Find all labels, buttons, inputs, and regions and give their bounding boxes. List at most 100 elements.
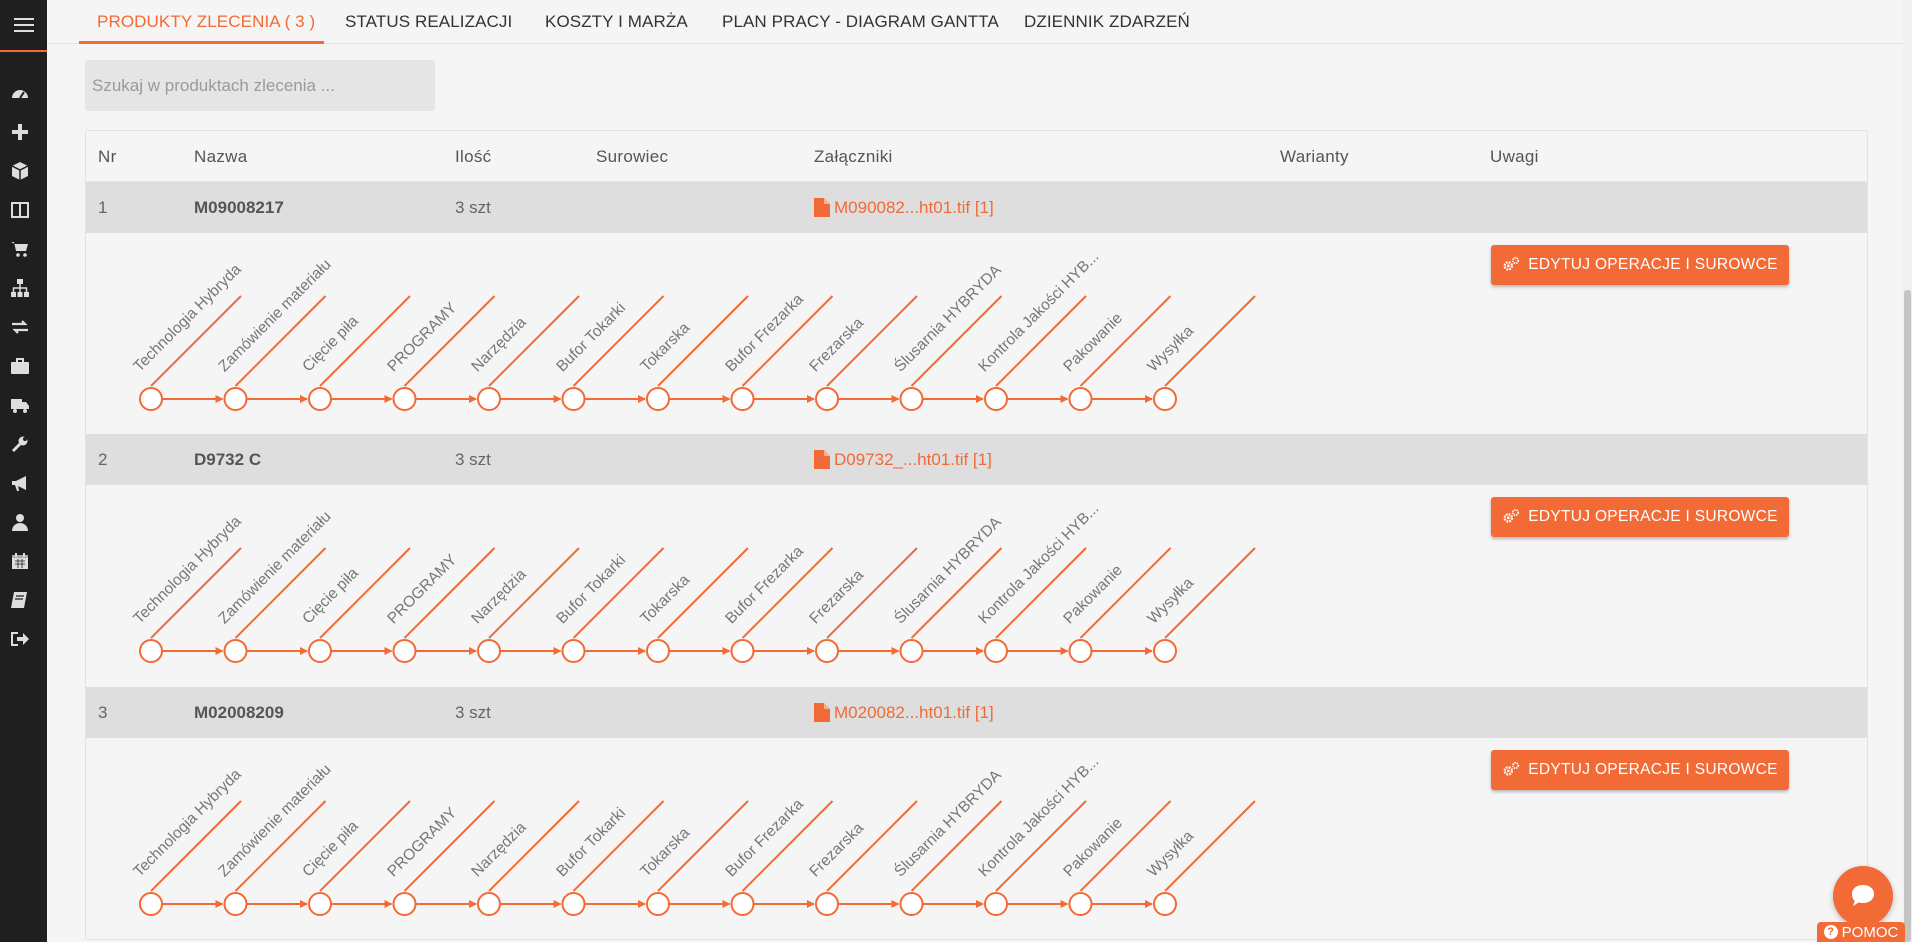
operation-node[interactable] (308, 387, 332, 411)
operation-node[interactable] (646, 639, 670, 663)
attachment-link[interactable]: D09732_...ht01.tif [1] (814, 434, 992, 485)
operation-node[interactable] (561, 639, 586, 663)
tab-plan-pracy[interactable]: PLAN PRACY - DIAGRAM GANTTA (722, 0, 999, 44)
column-header-surowiec: Surowiec (596, 147, 669, 166)
exchange-icon[interactable] (9, 316, 31, 338)
user-icon[interactable] (9, 511, 31, 533)
table-row[interactable]: 2 D9732 C 3 szt D09732_...ht01.tif [1] (86, 434, 1867, 485)
arrow-head (300, 900, 308, 908)
operation-node[interactable] (139, 892, 163, 916)
edit-operations-button[interactable]: EDYTUJ OPERACJE I SUROWCE (1491, 497, 1789, 537)
arrow-head (976, 900, 984, 908)
operation-node[interactable] (984, 892, 1008, 916)
arrow-head (215, 647, 224, 655)
search-input[interactable] (85, 60, 435, 111)
operation-node[interactable] (308, 892, 332, 916)
question-icon: ? (1823, 925, 1838, 939)
operation-node[interactable] (223, 639, 248, 663)
tab-produkty-zlecenia[interactable]: PRODUKTY ZLECENIA ( 3 ) (79, 0, 324, 44)
plus-icon[interactable] (9, 121, 31, 143)
table-header: Nr Nazwa Ilość Surowiec Załączniki Waria… (86, 131, 1867, 182)
operation-node[interactable] (139, 639, 163, 663)
edit-operations-button[interactable]: EDYTUJ OPERACJE I SUROWCE (1491, 750, 1789, 790)
arrow-head (469, 395, 477, 403)
columns-icon[interactable] (9, 199, 31, 221)
operation-node[interactable] (1153, 387, 1177, 411)
column-header-zalaczniki: Załączniki (814, 147, 893, 166)
briefcase-icon[interactable] (9, 355, 31, 377)
operation-node[interactable] (899, 892, 924, 916)
arrow-head (891, 900, 900, 908)
operation-node[interactable] (646, 387, 670, 411)
operation-node[interactable] (1068, 892, 1093, 916)
arrow-head (1060, 395, 1069, 403)
operation-node[interactable] (815, 387, 839, 411)
cogs-icon (1503, 761, 1520, 776)
operation-node[interactable] (561, 892, 586, 916)
logout-icon[interactable] (9, 628, 31, 650)
tab-status-realizacji[interactable]: STATUS REALIZACJI (345, 0, 512, 44)
sitemap-icon[interactable] (9, 277, 31, 299)
products-table: Nr Nazwa Ilość Surowiec Załączniki Waria… (85, 130, 1868, 940)
table-row[interactable]: 1 M09008217 3 szt M090082...ht01.tif [1] (86, 182, 1867, 233)
book-icon[interactable] (9, 589, 31, 611)
operation-node[interactable] (392, 639, 417, 663)
operation-node[interactable] (984, 639, 1008, 663)
tab-koszty-i-marza[interactable]: KOSZTY I MARŻA (545, 0, 688, 44)
arrow-head (1145, 900, 1153, 908)
bullhorn-icon[interactable] (9, 472, 31, 494)
help-button[interactable]: ? POMOC (1817, 922, 1905, 942)
operation-node[interactable] (392, 892, 417, 916)
menu-toggle-button[interactable] (0, 0, 47, 52)
tab-dziennik-zdarzen[interactable]: DZIENNIK ZDARZEŃ (1024, 0, 1190, 44)
operation-node[interactable] (730, 892, 755, 916)
row-nr: 2 (98, 450, 108, 469)
cart-icon[interactable] (9, 238, 31, 260)
operation-node[interactable] (899, 387, 924, 411)
operation-node[interactable] (1153, 892, 1177, 916)
truck-icon[interactable] (9, 394, 31, 416)
wrench-icon[interactable] (9, 433, 31, 455)
calendar-icon[interactable] (9, 550, 31, 572)
scrollbar[interactable] (1903, 0, 1912, 942)
operation-node[interactable] (308, 639, 332, 663)
operation-node[interactable] (815, 639, 839, 663)
box-icon[interactable] (9, 160, 31, 182)
arrow-head (553, 647, 562, 655)
arrow-head (638, 900, 646, 908)
column-header-warianty: Warianty (1280, 147, 1349, 166)
operation-node[interactable] (815, 892, 839, 916)
operation-node[interactable] (561, 387, 586, 411)
arrow-head (722, 900, 731, 908)
edit-operations-button[interactable]: EDYTUJ OPERACJE I SUROWCE (1491, 245, 1789, 285)
operation-node[interactable] (1153, 639, 1177, 663)
operation-node[interactable] (477, 387, 501, 411)
operation-node[interactable] (730, 387, 755, 411)
menu-icon (13, 18, 34, 32)
operation-node[interactable] (392, 387, 417, 411)
operation-node[interactable] (223, 387, 248, 411)
dashboard-icon[interactable] (9, 82, 31, 104)
chat-button[interactable] (1833, 866, 1893, 926)
column-header-uwagi: Uwagi (1490, 147, 1539, 166)
attachment-link[interactable]: M090082...ht01.tif [1] (814, 182, 994, 233)
file-icon (814, 198, 830, 217)
table-row[interactable]: 3 M02008209 3 szt M020082...ht01.tif [1] (86, 687, 1867, 738)
operation-node[interactable] (984, 387, 1008, 411)
operation-node[interactable] (477, 892, 501, 916)
operation-node[interactable] (899, 639, 924, 663)
operation-node[interactable] (646, 892, 670, 916)
operation-node[interactable] (1068, 639, 1093, 663)
row-nr: 1 (98, 198, 108, 217)
operation-node[interactable] (477, 639, 501, 663)
scrollbar-thumb[interactable] (1904, 290, 1911, 942)
operation-node[interactable] (730, 639, 755, 663)
operations-row: EDYTUJ OPERACJE I SUROWCE Technologia Hy… (86, 485, 1867, 686)
operation-node[interactable] (223, 892, 248, 916)
operation-node[interactable] (139, 387, 163, 411)
tab-bar: PRODUKTY ZLECENIA ( 3 ) STATUS REALIZACJ… (47, 0, 1909, 44)
chat-icon (1852, 885, 1874, 906)
operation-node[interactable] (1068, 387, 1093, 411)
attachment-link[interactable]: M020082...ht01.tif [1] (814, 687, 994, 738)
cogs-icon (1503, 508, 1520, 523)
